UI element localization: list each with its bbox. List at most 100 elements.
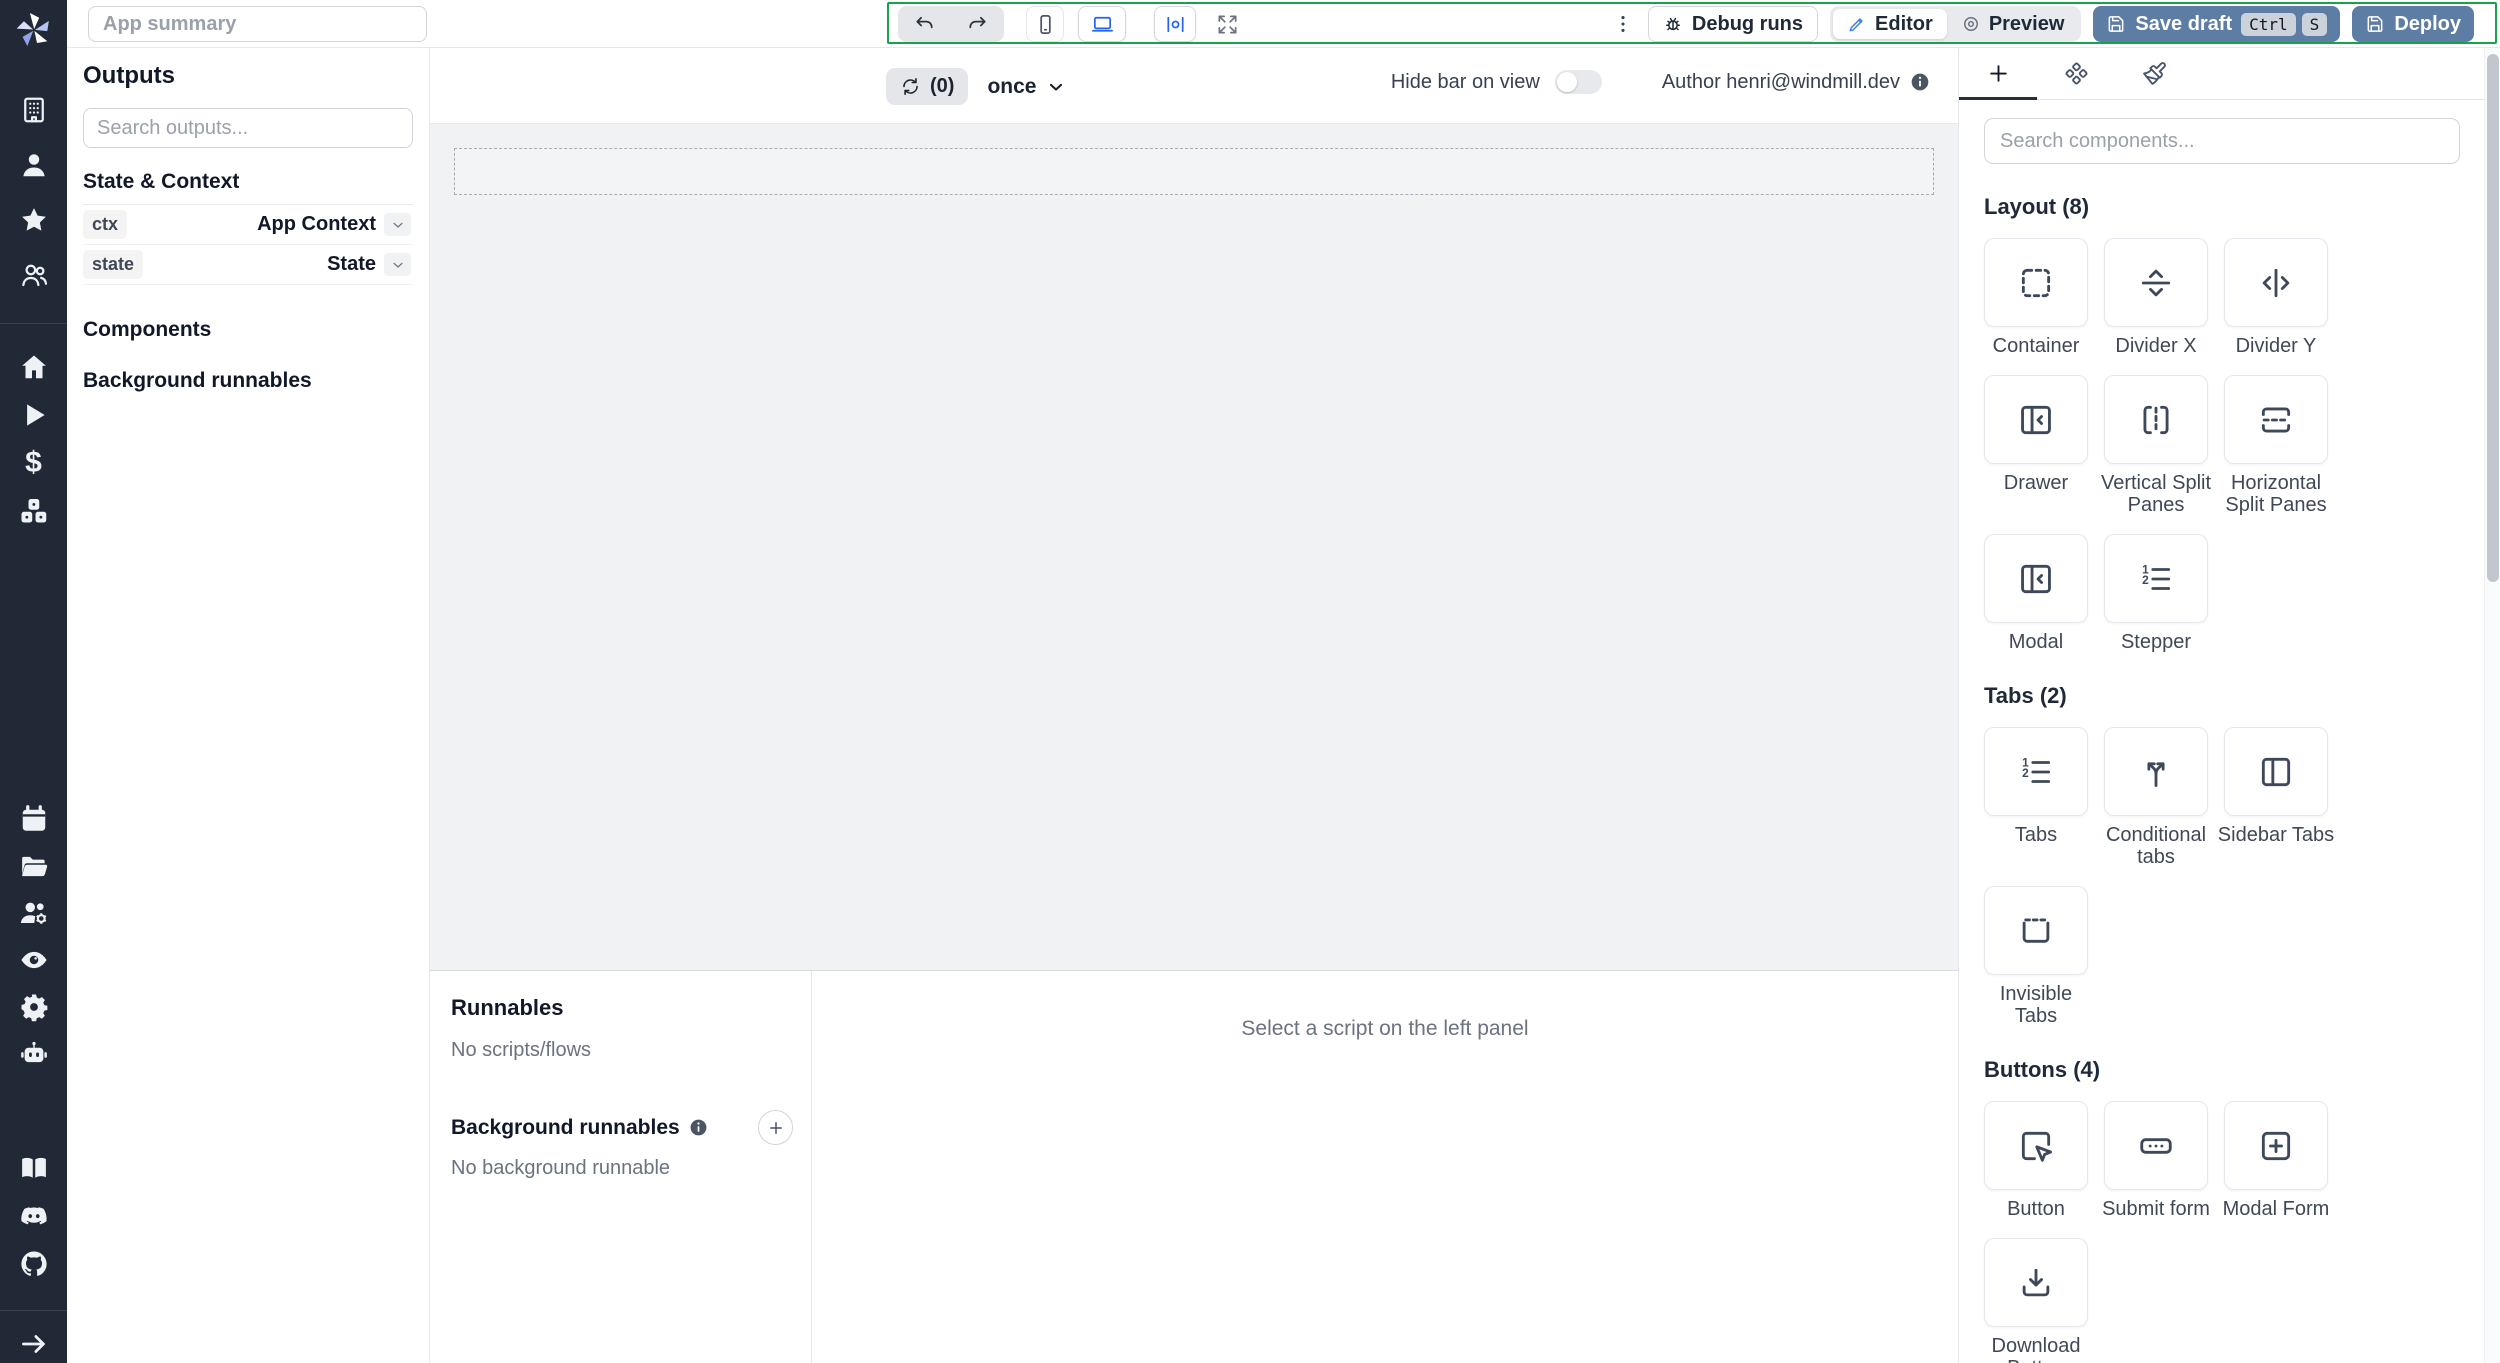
component-card-divider-y[interactable]: Divider Y bbox=[2224, 238, 2328, 357]
component-card-horizontal-split[interactable]: Horizontal Split Panes bbox=[2224, 375, 2328, 516]
search-components-input[interactable] bbox=[1984, 118, 2460, 164]
sidebar-group-workspace: $ bbox=[19, 334, 49, 526]
scrollbar-thumb[interactable] bbox=[2486, 54, 2499, 582]
component-card-modal-form[interactable]: Modal Form bbox=[2223, 1101, 2329, 1220]
component-card-label: Sidebar Tabs bbox=[2217, 824, 2335, 846]
star-icon[interactable] bbox=[19, 205, 49, 235]
redo-icon bbox=[969, 16, 986, 28]
topbar: Debug runs Editor Preview Save draft Ctr… bbox=[67, 0, 2500, 48]
cubes-icon[interactable] bbox=[19, 496, 49, 526]
section-title-tabs: Tabs (2) bbox=[1984, 683, 2067, 708]
expand-row-button[interactable] bbox=[384, 213, 411, 236]
refresh-count-button[interactable]: (0) bbox=[886, 68, 969, 105]
tab-preview[interactable]: Preview bbox=[1947, 9, 2079, 39]
laptop-icon bbox=[1091, 16, 1113, 32]
chevron-down-icon bbox=[392, 262, 403, 268]
user-icon[interactable] bbox=[19, 150, 49, 180]
empty-grid-row-placeholder[interactable] bbox=[454, 148, 1934, 195]
component-card-label: Divider Y bbox=[2235, 335, 2317, 357]
modal-form-icon bbox=[2224, 1101, 2328, 1190]
book-icon[interactable] bbox=[19, 1153, 49, 1183]
expand-row-button[interactable] bbox=[384, 253, 411, 276]
discord-icon[interactable] bbox=[19, 1201, 49, 1231]
component-card-stepper[interactable]: 12 Stepper bbox=[2104, 534, 2208, 653]
components-panel: Layout (8) Container Divider X Divider Y… bbox=[1958, 48, 2500, 1363]
hide-bar-label: Hide bar on view bbox=[1390, 70, 1540, 93]
app-canvas: (0) once Hide bar on view Author henri@w… bbox=[430, 48, 1958, 1363]
building-icon[interactable] bbox=[19, 95, 49, 125]
svg-text:2: 2 bbox=[2022, 765, 2029, 779]
debug-runs-button[interactable]: Debug runs bbox=[1647, 6, 1819, 42]
tab-insert-component[interactable] bbox=[1959, 48, 2037, 100]
topbar-actions: Debug runs Editor Preview Save draft Ctr… bbox=[1610, 6, 2474, 42]
output-type-label: App Context bbox=[257, 213, 376, 235]
sidebar-group-resources bbox=[19, 1135, 49, 1279]
deploy-button[interactable]: Deploy bbox=[2352, 6, 2474, 42]
info-icon[interactable] bbox=[1910, 72, 1930, 92]
fullscreen-button[interactable] bbox=[1206, 6, 1248, 42]
eye-icon[interactable] bbox=[19, 945, 49, 975]
windmill-logo-icon[interactable] bbox=[14, 10, 54, 50]
github-icon[interactable] bbox=[19, 1249, 49, 1279]
home-icon[interactable] bbox=[19, 352, 49, 382]
run-mode-dropdown[interactable]: once bbox=[987, 75, 1066, 99]
tabs-list-icon: 12 bbox=[1984, 727, 2088, 816]
divider-x-icon bbox=[2104, 238, 2208, 327]
undo-button[interactable] bbox=[898, 6, 951, 42]
button-pointer-icon bbox=[1984, 1101, 2088, 1190]
info-icon[interactable] bbox=[689, 1118, 708, 1137]
more-menu-button[interactable] bbox=[1610, 6, 1636, 42]
desktop-view-button[interactable] bbox=[1078, 6, 1126, 42]
center-content-button[interactable] bbox=[1154, 6, 1196, 42]
component-card-sidebar-tabs[interactable]: Sidebar Tabs bbox=[2218, 727, 2334, 868]
hide-bar-toggle[interactable] bbox=[1554, 70, 1602, 94]
app-summary-input[interactable] bbox=[88, 6, 427, 42]
tab-styling[interactable] bbox=[2115, 48, 2193, 99]
component-card-vertical-split[interactable]: Vertical Split Panes bbox=[2101, 375, 2211, 516]
user-cog-icon[interactable] bbox=[19, 898, 49, 928]
component-card-submit-form[interactable]: Submit form bbox=[2102, 1101, 2210, 1220]
drawer-icon bbox=[1984, 375, 2088, 464]
component-card-label: Modal bbox=[2008, 631, 2064, 653]
refresh-count-label: (0) bbox=[930, 75, 955, 97]
component-card-invisible-tabs[interactable]: Invisible Tabs bbox=[1984, 886, 2088, 1027]
output-row-state[interactable]: state State bbox=[83, 245, 413, 285]
component-diamonds-icon bbox=[2065, 62, 2087, 85]
gear-icon[interactable] bbox=[19, 992, 49, 1022]
users-icon[interactable] bbox=[19, 260, 49, 290]
no-background-runnable-label: No background runnable bbox=[451, 1157, 671, 1179]
component-card-label: Button bbox=[2007, 1198, 2065, 1220]
component-card-button[interactable]: Button bbox=[1984, 1101, 2088, 1220]
output-row-ctx[interactable]: ctx App Context bbox=[83, 205, 413, 245]
component-card-drawer[interactable]: Drawer bbox=[1984, 375, 2088, 516]
search-outputs-input[interactable] bbox=[83, 108, 413, 148]
select-script-placeholder: Select a script on the left panel bbox=[1241, 1017, 1529, 1040]
svg-text:2: 2 bbox=[2142, 572, 2149, 586]
download-icon bbox=[1984, 1238, 2088, 1327]
dollar-icon[interactable]: $ bbox=[19, 448, 49, 478]
run-mode-value: once bbox=[987, 74, 1037, 98]
component-card-divider-x[interactable]: Divider X bbox=[2104, 238, 2208, 357]
container-icon bbox=[1984, 238, 2088, 327]
expand-sidebar-arrow-icon[interactable] bbox=[19, 1329, 49, 1359]
calendar-icon[interactable] bbox=[19, 804, 49, 834]
redo-button[interactable] bbox=[951, 6, 1004, 42]
no-scripts-label: No scripts/flows bbox=[451, 1039, 592, 1061]
save-draft-label: Save draft bbox=[2135, 12, 2233, 35]
component-card-tabs[interactable]: 12 Tabs bbox=[1984, 727, 2088, 868]
robot-icon[interactable] bbox=[19, 1039, 49, 1069]
component-card-modal[interactable]: Modal bbox=[1984, 534, 2088, 653]
tab-component-settings[interactable] bbox=[2037, 48, 2115, 99]
canvas-grid-area[interactable] bbox=[430, 124, 1958, 970]
component-card-container[interactable]: Container bbox=[1984, 238, 2088, 357]
tab-editor[interactable]: Editor bbox=[1833, 9, 1947, 39]
folder-icon[interactable] bbox=[19, 851, 49, 881]
mobile-view-button[interactable] bbox=[1026, 6, 1064, 42]
play-icon[interactable] bbox=[19, 400, 49, 430]
component-card-conditional-tabs[interactable]: Conditional tabs bbox=[2104, 727, 2208, 868]
runnables-list-pane: Runnables No scripts/flows Background ru… bbox=[430, 971, 812, 1363]
save-draft-button[interactable]: Save draft Ctrl S bbox=[2093, 6, 2341, 42]
component-card-download-button[interactable]: Download Button bbox=[1984, 1238, 2088, 1363]
add-background-runnable-button[interactable] bbox=[758, 1110, 793, 1145]
canvas-toolbar: (0) once Hide bar on view Author henri@w… bbox=[430, 48, 1958, 124]
